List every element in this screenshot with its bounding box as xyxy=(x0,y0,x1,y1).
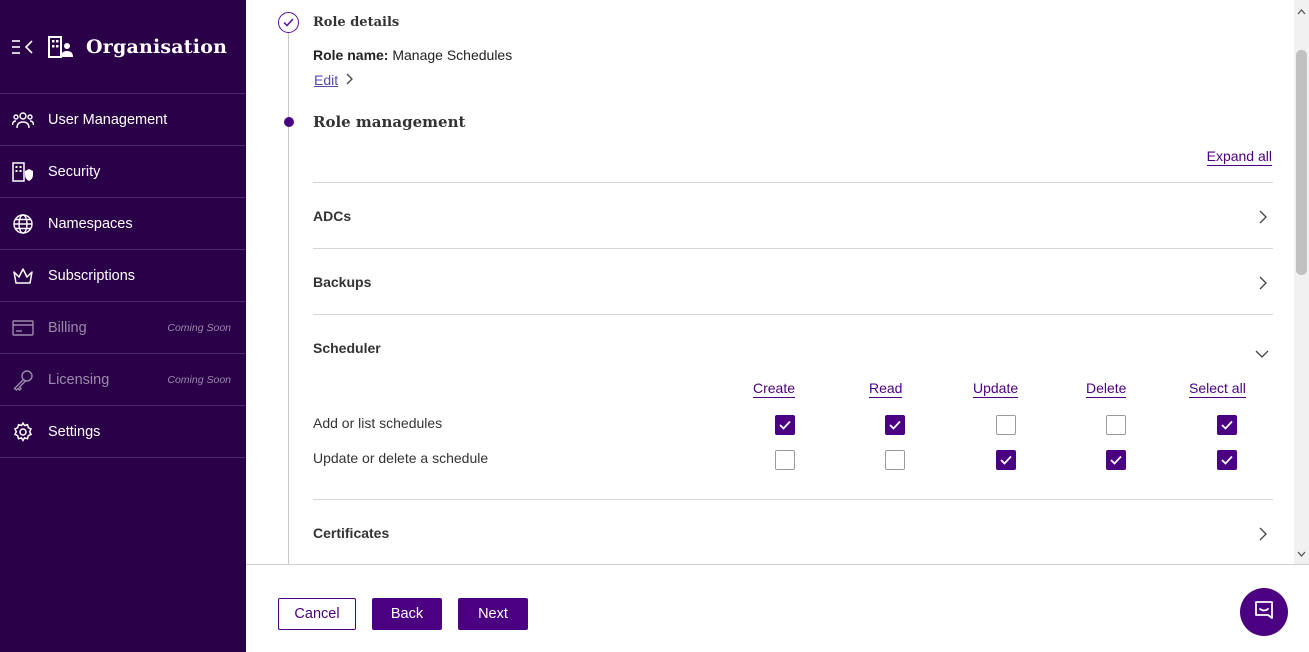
checkmark-icon xyxy=(1221,420,1233,430)
wizard-footer: Cancel Back Next xyxy=(246,564,1309,652)
column-delete-toggle[interactable]: Delete xyxy=(1086,380,1127,398)
role-name: Role name: Manage Schedules xyxy=(313,47,512,63)
sidebar-item-settings[interactable]: Settings xyxy=(0,406,246,458)
chat-launcher-button[interactable] xyxy=(1240,588,1288,636)
section-title: ADCs xyxy=(313,208,352,224)
section-scheduler: Scheduler xyxy=(313,314,1273,499)
checkmark-icon xyxy=(1110,455,1122,465)
step-current-dot xyxy=(284,117,294,127)
chevron-right-icon xyxy=(1259,276,1267,295)
section-title: Backups xyxy=(313,274,372,290)
step-role-management-title: Role management xyxy=(313,113,466,131)
coming-soon-badge: Coming Soon xyxy=(167,321,231,334)
sidebar-item-label: Subscriptions xyxy=(48,267,136,284)
cancel-button[interactable]: Cancel xyxy=(278,598,356,630)
section-title[interactable]: Scheduler xyxy=(313,340,381,356)
sidebar-item-label: Licensing xyxy=(48,371,110,388)
next-button[interactable]: Next xyxy=(458,598,528,630)
collapse-menu-icon[interactable] xyxy=(12,37,36,57)
security-building-icon xyxy=(12,161,34,183)
role-name-label: Role name: xyxy=(313,47,389,63)
checkmark-icon xyxy=(779,420,791,430)
checkbox-delete[interactable] xyxy=(1106,415,1126,435)
crown-icon xyxy=(12,265,34,287)
main-content: Role details Role name: Manage Schedules… xyxy=(246,0,1294,564)
checkbox-read[interactable] xyxy=(885,415,905,435)
chat-icon xyxy=(1253,599,1275,626)
sidebar-item-security[interactable]: Security xyxy=(0,146,246,198)
scroll-down-arrow-icon[interactable] xyxy=(1297,544,1306,562)
checkmark-icon xyxy=(1221,455,1233,465)
scrollbar[interactable] xyxy=(1294,0,1309,564)
sidebar-item-subscriptions[interactable]: Subscriptions xyxy=(0,250,246,302)
step-role-details-title: Role details xyxy=(313,15,400,30)
sidebar-header: Organisation xyxy=(0,0,246,94)
scrollbar-thumb[interactable] xyxy=(1296,50,1307,275)
back-button[interactable]: Back xyxy=(372,598,442,630)
sidebar-item-licensing: Licensing Coming Soon xyxy=(0,354,246,406)
role-name-value: Manage Schedules xyxy=(392,47,513,63)
section-adcs[interactable]: ADCs xyxy=(313,182,1273,248)
step-complete-check-icon xyxy=(278,12,299,33)
coming-soon-badge: Coming Soon xyxy=(167,373,231,386)
credit-card-icon xyxy=(12,317,34,339)
stepper-line xyxy=(288,32,289,564)
scroll-up-arrow-icon[interactable] xyxy=(1297,2,1306,20)
chevron-down-icon[interactable] xyxy=(1255,345,1269,363)
users-icon xyxy=(12,109,34,131)
checkbox-update[interactable] xyxy=(996,415,1016,435)
sidebar-item-billing: Billing Coming Soon xyxy=(0,302,246,354)
sidebar-item-namespaces[interactable]: Namespaces xyxy=(0,198,246,250)
sidebar-item-label: User Management xyxy=(48,111,168,128)
chevron-right-icon xyxy=(346,72,354,88)
section-certificates[interactable]: Certificates xyxy=(313,499,1273,564)
organisation-icon xyxy=(48,35,74,58)
sidebar-item-user-management[interactable]: User Management xyxy=(0,94,246,146)
checkmark-icon xyxy=(1000,455,1012,465)
edit-label: Edit xyxy=(314,72,339,88)
permission-row-label: Update or delete a schedule xyxy=(313,450,489,466)
checkbox-create[interactable] xyxy=(775,415,795,435)
section-title: Certificates xyxy=(313,525,390,541)
key-icon xyxy=(12,369,34,391)
chevron-right-icon xyxy=(1259,210,1267,229)
checkbox-update[interactable] xyxy=(996,450,1016,470)
checkbox-delete[interactable] xyxy=(1106,450,1126,470)
column-create-toggle[interactable]: Create xyxy=(753,380,796,398)
checkbox-select-all[interactable] xyxy=(1217,450,1237,470)
edit-role-details-link[interactable]: Edit xyxy=(314,72,354,88)
sidebar-item-label: Billing xyxy=(48,319,87,336)
column-update-toggle[interactable]: Update xyxy=(973,380,1019,398)
sidebar: Organisation User Management Security Na… xyxy=(0,0,246,652)
globe-icon xyxy=(12,213,34,235)
checkbox-read[interactable] xyxy=(885,450,905,470)
checkmark-icon xyxy=(889,420,901,430)
expand-all-link[interactable]: Expand all xyxy=(1206,148,1272,166)
sidebar-item-label: Settings xyxy=(48,423,101,440)
sidebar-item-label: Namespaces xyxy=(48,215,133,232)
sidebar-item-label: Security xyxy=(48,163,101,180)
column-read-toggle[interactable]: Read xyxy=(869,380,903,398)
column-select-all-toggle[interactable]: Select all xyxy=(1189,380,1246,398)
permission-row-label: Add or list schedules xyxy=(313,415,443,431)
section-backups[interactable]: Backups xyxy=(313,248,1273,314)
chevron-right-icon xyxy=(1259,527,1267,546)
gear-icon xyxy=(12,421,34,443)
checkbox-select-all[interactable] xyxy=(1217,415,1237,435)
organisation-title: Organisation xyxy=(86,35,228,58)
checkbox-create[interactable] xyxy=(775,450,795,470)
